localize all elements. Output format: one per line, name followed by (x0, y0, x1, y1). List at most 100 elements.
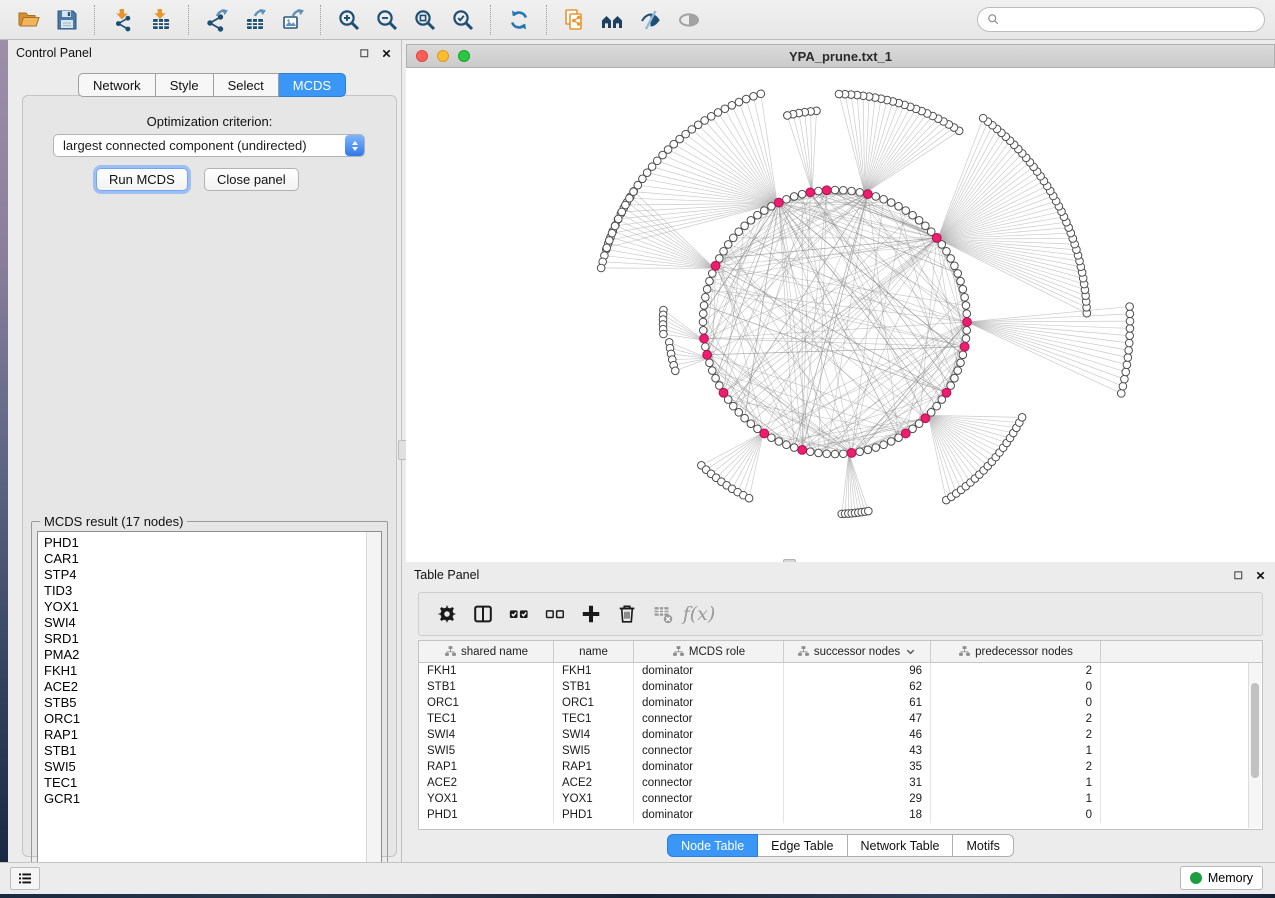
cell[interactable]: ACE2 (554, 775, 634, 791)
memory-button[interactable]: Memory (1180, 866, 1263, 890)
search-box[interactable] (977, 7, 1265, 32)
import-network-icon[interactable] (106, 4, 140, 36)
cell[interactable]: 2 (931, 727, 1101, 743)
mcds-result-item[interactable]: GCR1 (44, 791, 363, 807)
tab-style[interactable]: Style (156, 73, 214, 97)
cell[interactable]: connector (634, 791, 784, 807)
cell[interactable]: 0 (931, 695, 1101, 711)
cell[interactable]: 43 (784, 743, 931, 759)
cell[interactable]: STB1 (554, 679, 634, 695)
cell[interactable]: 2 (931, 759, 1101, 775)
cell[interactable]: FKH1 (419, 663, 554, 679)
mcds-result-item[interactable]: PMA2 (44, 647, 363, 663)
table-row[interactable]: FKH1FKH1dominator962 (419, 663, 1262, 679)
cell[interactable]: 2 (931, 711, 1101, 727)
cell[interactable]: YOX1 (419, 791, 554, 807)
zoom-in-icon[interactable] (332, 4, 366, 36)
cell[interactable]: 1 (931, 743, 1101, 759)
mcds-result-item[interactable]: PHD1 (44, 535, 363, 551)
mcds-result-item[interactable]: CAR1 (44, 551, 363, 567)
first-neighbors-icon[interactable] (596, 4, 630, 36)
cell[interactable]: connector (634, 743, 784, 759)
delete-table-icon[interactable] (645, 597, 681, 631)
table-row[interactable]: RAP1RAP1dominator352 (419, 759, 1262, 775)
table-row[interactable]: TEC1TEC1connector472 (419, 711, 1262, 727)
cell[interactable]: ORC1 (419, 695, 554, 711)
tab-network-table[interactable]: Network Table (848, 834, 954, 857)
cell[interactable]: PHD1 (419, 807, 554, 823)
cell[interactable]: 61 (784, 695, 931, 711)
cell[interactable]: dominator (634, 695, 784, 711)
table-row[interactable]: STB1STB1dominator620 (419, 679, 1262, 695)
zoom-selected-icon[interactable] (446, 4, 480, 36)
export-network-icon[interactable] (200, 4, 234, 36)
cell[interactable]: dominator (634, 807, 784, 823)
cell[interactable]: STB1 (419, 679, 554, 695)
export-table-icon[interactable] (238, 4, 272, 36)
table-row[interactable]: YOX1YOX1connector291 (419, 791, 1262, 807)
share-document-icon[interactable] (558, 4, 592, 36)
network-graph[interactable] (406, 68, 1275, 562)
cell[interactable]: SWI4 (554, 727, 634, 743)
column-header-name[interactable]: name (554, 641, 634, 662)
mcds-result-list[interactable]: PHD1CAR1STP4TID3YOX1SWI4SRD1PMA2FKH1ACE2… (37, 531, 382, 883)
table-row[interactable]: ACE2ACE2connector311 (419, 775, 1262, 791)
zoom-out-icon[interactable] (370, 4, 404, 36)
cell[interactable]: TEC1 (419, 711, 554, 727)
tab-mcds[interactable]: MCDS (279, 73, 346, 97)
add-icon[interactable] (573, 597, 609, 631)
table-scrollbar[interactable] (1248, 663, 1261, 828)
tab-network[interactable]: Network (78, 73, 156, 97)
cell[interactable]: 96 (784, 663, 931, 679)
float-panel-icon[interactable] (357, 46, 371, 60)
search-input[interactable] (1007, 12, 1256, 28)
cell[interactable]: connector (634, 775, 784, 791)
cell[interactable]: 62 (784, 679, 931, 695)
mcds-result-item[interactable]: FKH1 (44, 663, 363, 679)
select-all-icon[interactable] (501, 597, 537, 631)
cell[interactable]: 18 (784, 807, 931, 823)
cell[interactable]: dominator (634, 679, 784, 695)
cell[interactable]: dominator (634, 759, 784, 775)
close-panel-icon[interactable] (1253, 568, 1267, 582)
deselect-all-icon[interactable] (537, 597, 573, 631)
cell[interactable]: ACE2 (419, 775, 554, 791)
tab-node-table[interactable]: Node Table (667, 834, 758, 857)
run-mcds-button[interactable]: Run MCDS (96, 168, 188, 191)
cell[interactable]: SWI5 (554, 743, 634, 759)
zoom-fit-icon[interactable] (408, 4, 442, 36)
table-row[interactable]: SWI5SWI5connector431 (419, 743, 1262, 759)
cell[interactable]: SWI4 (419, 727, 554, 743)
cell[interactable]: 47 (784, 711, 931, 727)
cell[interactable]: RAP1 (419, 759, 554, 775)
cell[interactable]: YOX1 (554, 791, 634, 807)
cell[interactable]: 35 (784, 759, 931, 775)
mcds-result-item[interactable]: ACE2 (44, 679, 363, 695)
cell[interactable]: dominator (634, 663, 784, 679)
cell[interactable]: 31 (784, 775, 931, 791)
table-row[interactable]: ORC1ORC1dominator610 (419, 695, 1262, 711)
cell[interactable]: SWI5 (419, 743, 554, 759)
cell[interactable]: FKH1 (554, 663, 634, 679)
close-panel-button[interactable]: Close panel (204, 168, 299, 191)
hide-selected-icon[interactable] (634, 4, 668, 36)
cell[interactable]: 1 (931, 791, 1101, 807)
function-builder-icon[interactable]: f(x) (681, 597, 717, 631)
mcds-result-item[interactable]: TID3 (44, 583, 363, 599)
gear-icon[interactable] (429, 597, 465, 631)
float-panel-icon[interactable] (1231, 568, 1245, 582)
cell[interactable]: connector (634, 711, 784, 727)
refresh-icon[interactable] (502, 4, 536, 36)
network-window-titlebar[interactable]: YPA_prune.txt_1 (406, 44, 1275, 68)
tab-select[interactable]: Select (214, 73, 279, 97)
cell[interactable]: dominator (634, 727, 784, 743)
mcds-result-item[interactable]: YOX1 (44, 599, 363, 615)
mcds-result-item[interactable]: SWI5 (44, 759, 363, 775)
table-scrollbar-thumb[interactable] (1251, 683, 1259, 778)
show-all-icon[interactable] (672, 4, 706, 36)
table-row[interactable]: PHD1PHD1dominator180 (419, 807, 1262, 823)
network-canvas[interactable] (406, 68, 1275, 562)
column-header-shared-name[interactable]: shared name (419, 641, 554, 662)
import-table-icon[interactable] (144, 4, 178, 36)
columns-icon[interactable] (465, 597, 501, 631)
